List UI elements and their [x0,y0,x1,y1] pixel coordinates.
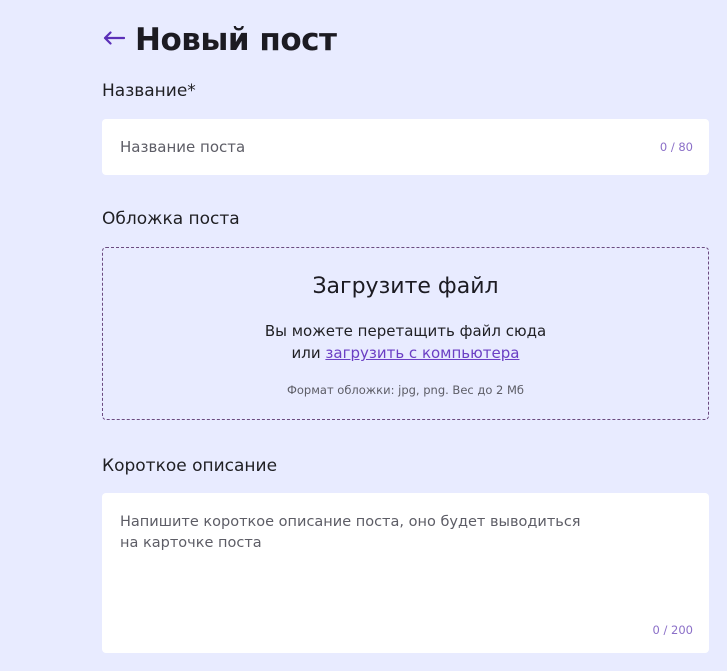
arrow-left-icon [103,31,125,45]
description-char-counter: 0 / 200 [652,623,693,637]
dropzone-format-hint: Формат обложки: jpg, png. Вес до 2 Мб [286,383,524,397]
title-char-counter: 0 / 80 [659,140,693,154]
page-title: Новый пост [135,22,337,58]
description-field-label: Короткое описание [102,456,278,476]
title-field: 0 / 80 [102,119,709,175]
dropzone-upload-line: или загрузить с компьютера [103,344,708,362]
dropzone-heading: Загрузите файл [312,274,499,299]
description-field: 0 / 200 [102,493,709,653]
dropzone-or-text: или [291,344,321,362]
page-header: Новый пост [102,22,337,58]
cover-field-label: Обложка поста [102,209,240,229]
title-field-label: Название* [102,81,196,101]
title-input[interactable] [102,119,709,175]
cover-dropzone[interactable]: Загрузите файл Вы можете перетащить файл… [102,247,709,420]
dropzone-drag-text: Вы можете перетащить файл сюда [264,322,547,340]
description-textarea[interactable] [102,493,709,653]
back-button[interactable] [102,26,126,50]
upload-from-computer-link[interactable]: загрузить с компьютера [325,344,519,362]
